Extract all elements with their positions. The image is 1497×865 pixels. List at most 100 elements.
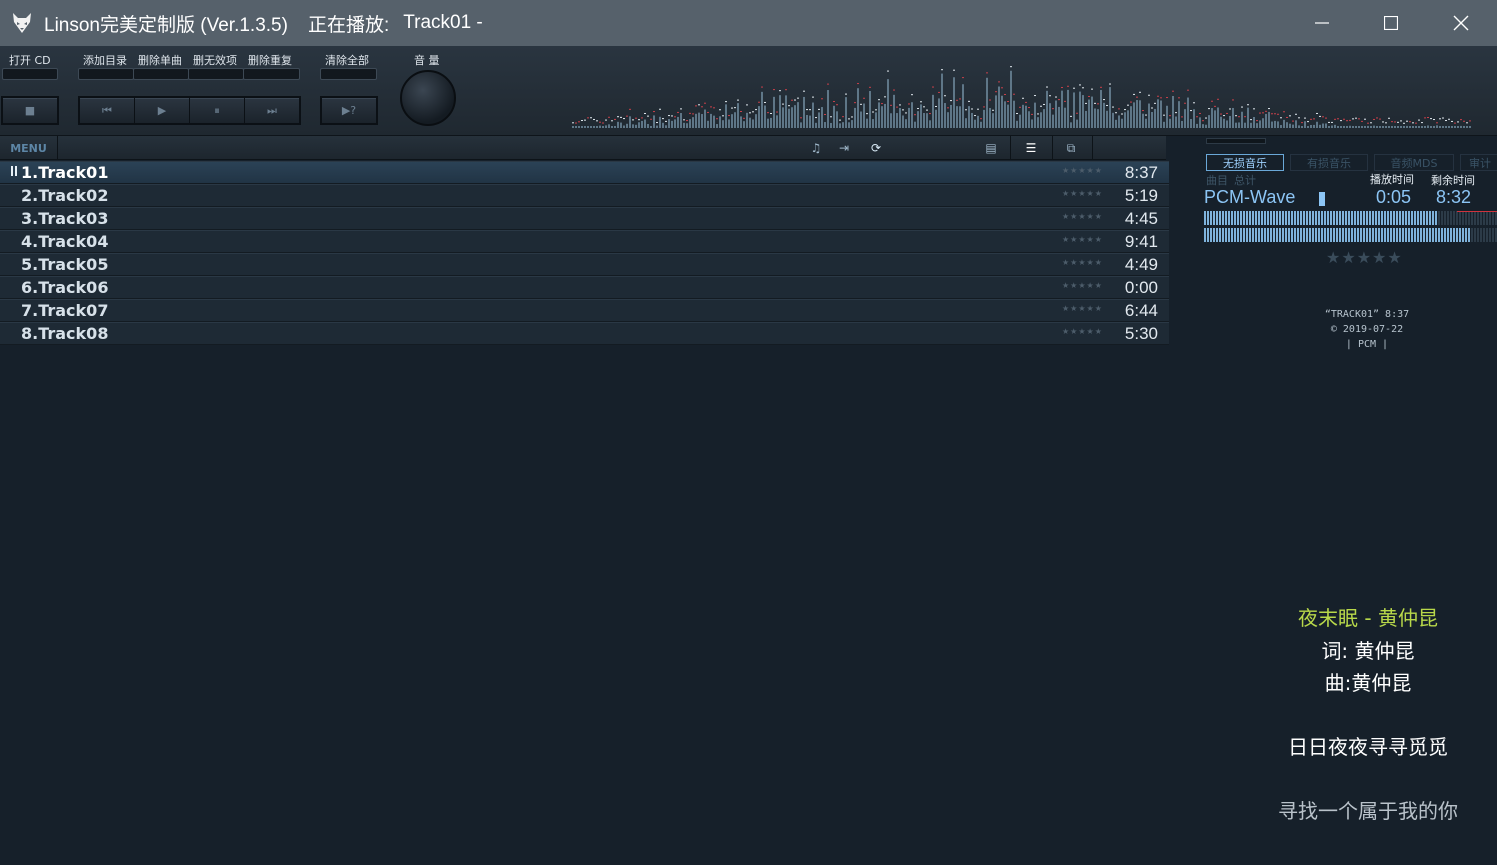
next-icon: ⏭ bbox=[267, 103, 277, 117]
playlist-row[interactable]: 2.Track02 ★★★★★ 5:19 bbox=[0, 184, 1169, 207]
track-name: 5.Track05 bbox=[21, 255, 109, 274]
elapsed-time: 0:05 bbox=[1376, 187, 1412, 207]
track-rating-stars[interactable]: ★★★★★ bbox=[1062, 327, 1103, 336]
lyrics-title: 夜末眠 - 黄仲昆 bbox=[1298, 606, 1438, 630]
play-random-icon: ▶? bbox=[341, 104, 357, 117]
menu-button[interactable]: MENU bbox=[0, 136, 58, 160]
list-view-icon[interactable]: ▤ bbox=[983, 140, 999, 156]
track-duration: 4:45 bbox=[1124, 209, 1158, 228]
transport-controls: ⏮ ▶ ⏸ ⏭ bbox=[78, 96, 301, 125]
lyrics-lyricist: 词: 黄仲昆 bbox=[1321, 639, 1415, 663]
level-meter-left bbox=[1204, 211, 1497, 225]
music-note-icon[interactable]: ♫ bbox=[808, 140, 824, 156]
window-title: Linson完美定制版 (Ver.1.3.5) bbox=[44, 14, 288, 36]
volume-label: 音 量 bbox=[414, 54, 440, 67]
remain-time-label: 剩余时间 bbox=[1431, 174, 1475, 187]
track-name: 8.Track08 bbox=[21, 324, 109, 343]
tab-lossy[interactable]: 有损音乐 bbox=[1290, 154, 1368, 171]
close-button[interactable] bbox=[1426, 0, 1496, 46]
window-view-icon[interactable]: ⧉ bbox=[1063, 140, 1079, 156]
delete-single-button[interactable] bbox=[133, 68, 189, 80]
toolbar: 打开 CD 添加目录 删除单曲 删无效项 删除重复 清除全部 音 量 ■ ⏮ ▶… bbox=[0, 46, 1497, 136]
delete-single-label: 删除单曲 bbox=[138, 54, 182, 67]
play-time-label: 播放时间 bbox=[1370, 173, 1414, 186]
import-icon[interactable]: ⇥ bbox=[836, 140, 852, 156]
separator bbox=[1010, 136, 1011, 160]
repeat-icon[interactable]: ⟳ bbox=[868, 140, 884, 156]
lyrics-line: 寻找一个属于我的你 bbox=[1278, 799, 1458, 823]
playlist: 1.Track01 ★★★★★ 8:37 2.Track02 ★★★★★ 5:19 3.Tr… bbox=[0, 161, 1169, 345]
track-label: 曲目 bbox=[1206, 174, 1228, 187]
track-name: 3.Track03 bbox=[21, 209, 109, 228]
info-format: | PCM | bbox=[1345, 339, 1389, 350]
playlist-header: MENU ♫ ⇥ ⟳ ▤ ☰ ⧉ bbox=[0, 136, 1166, 160]
separator bbox=[1092, 136, 1093, 160]
maximize-icon bbox=[1384, 16, 1398, 30]
delete-invalid-button[interactable] bbox=[188, 68, 244, 80]
app-logo-icon bbox=[0, 0, 44, 46]
track-rating-stars[interactable]: ★★★★★ bbox=[1062, 189, 1103, 198]
delete-duplicate-button[interactable] bbox=[243, 68, 300, 80]
info-date: © 2019-07-22 bbox=[1330, 324, 1404, 335]
play-button[interactable]: ▶ bbox=[135, 98, 190, 123]
panel-slider[interactable] bbox=[1206, 138, 1266, 144]
playlist-row[interactable]: 7.Track07 ★★★★★ 6:44 bbox=[0, 299, 1169, 322]
track-name: 4.Track04 bbox=[21, 232, 109, 251]
track-name: 6.Track06 bbox=[21, 278, 109, 297]
tab-md5[interactable]: 音频MDS bbox=[1374, 154, 1454, 171]
play-random-button[interactable]: ▶? bbox=[320, 96, 378, 125]
playlist-row[interactable]: 4.Track04 ★★★★★ 9:41 bbox=[0, 230, 1169, 253]
track-rating[interactable]: ★★★★★ bbox=[1326, 248, 1403, 267]
clear-all-label: 清除全部 bbox=[325, 54, 369, 67]
title-bar: Linson完美定制版 (Ver.1.3.5) 正在播放: Track01 - bbox=[0, 0, 1497, 46]
track-duration: 4:49 bbox=[1124, 255, 1158, 274]
minimize-button[interactable] bbox=[1287, 0, 1357, 46]
playlist-row[interactable]: 6.Track06 ★★★★★ 0:00 bbox=[0, 276, 1169, 299]
info-title: “TRACK01” 8:37 bbox=[1324, 309, 1410, 320]
track-rating-stars[interactable]: ★★★★★ bbox=[1062, 212, 1103, 221]
minimize-icon bbox=[1315, 22, 1329, 24]
track-rating-stars[interactable]: ★★★★★ bbox=[1062, 258, 1103, 267]
track-duration: 0:00 bbox=[1124, 278, 1158, 297]
next-button[interactable]: ⏭ bbox=[245, 98, 299, 123]
maximize-button[interactable] bbox=[1356, 0, 1426, 46]
player-window: Linson完美定制版 (Ver.1.3.5) 正在播放: Track01 - … bbox=[0, 0, 1497, 865]
track-rating-stars[interactable]: ★★★★★ bbox=[1062, 281, 1103, 290]
open-cd-button[interactable] bbox=[2, 68, 58, 80]
pause-button[interactable]: ⏸ bbox=[190, 98, 245, 123]
playlist-row[interactable]: 1.Track01 ★★★★★ 8:37 bbox=[0, 161, 1169, 184]
track-name: 7.Track07 bbox=[21, 301, 109, 320]
track-duration: 5:30 bbox=[1124, 324, 1158, 343]
track-rating-stars[interactable]: ★★★★★ bbox=[1062, 235, 1103, 244]
track-duration: 8:37 bbox=[1124, 163, 1158, 182]
previous-button[interactable]: ⏮ bbox=[80, 98, 135, 123]
stop-button[interactable]: ■ bbox=[1, 96, 59, 125]
separator bbox=[1052, 136, 1053, 160]
track-duration: 9:41 bbox=[1124, 232, 1158, 251]
previous-icon: ⏮ bbox=[102, 103, 112, 117]
track-name: 1.Track01 bbox=[21, 163, 109, 182]
playlist-row[interactable]: 5.Track05 ★★★★★ 4:49 bbox=[0, 253, 1169, 276]
track-rating-stars[interactable]: ★★★★★ bbox=[1062, 304, 1103, 313]
add-dir-button[interactable] bbox=[78, 68, 134, 80]
tab-lossless[interactable]: 无损音乐 bbox=[1206, 154, 1284, 171]
playlist-row[interactable]: 8.Track08 ★★★★★ 5:30 bbox=[0, 322, 1169, 345]
spectrum-visualizer bbox=[572, 66, 1471, 128]
detail-view-icon[interactable]: ☰ bbox=[1023, 140, 1039, 156]
play-icon: ▶ bbox=[157, 104, 167, 117]
track-rating-stars[interactable]: ★★★★★ bbox=[1062, 166, 1103, 175]
open-cd-label: 打开 CD bbox=[9, 54, 51, 67]
close-icon bbox=[1453, 15, 1469, 31]
tab-audit[interactable]: 审计 bbox=[1460, 154, 1497, 171]
add-dir-label: 添加目录 bbox=[83, 54, 127, 67]
pause-icon: ⏸ bbox=[214, 103, 220, 117]
delete-duplicate-label: 删除重复 bbox=[248, 54, 292, 67]
playlist-row[interactable]: 3.Track03 ★★★★★ 4:45 bbox=[0, 207, 1169, 230]
position-marker bbox=[1319, 192, 1325, 206]
clear-all-button[interactable] bbox=[320, 68, 377, 80]
stop-icon: ■ bbox=[24, 104, 36, 117]
now-playing-icon bbox=[11, 166, 18, 176]
now-playing-value: Track01 - bbox=[403, 12, 483, 33]
now-playing-label: 正在播放: bbox=[307, 14, 390, 36]
volume-knob[interactable] bbox=[400, 70, 456, 126]
